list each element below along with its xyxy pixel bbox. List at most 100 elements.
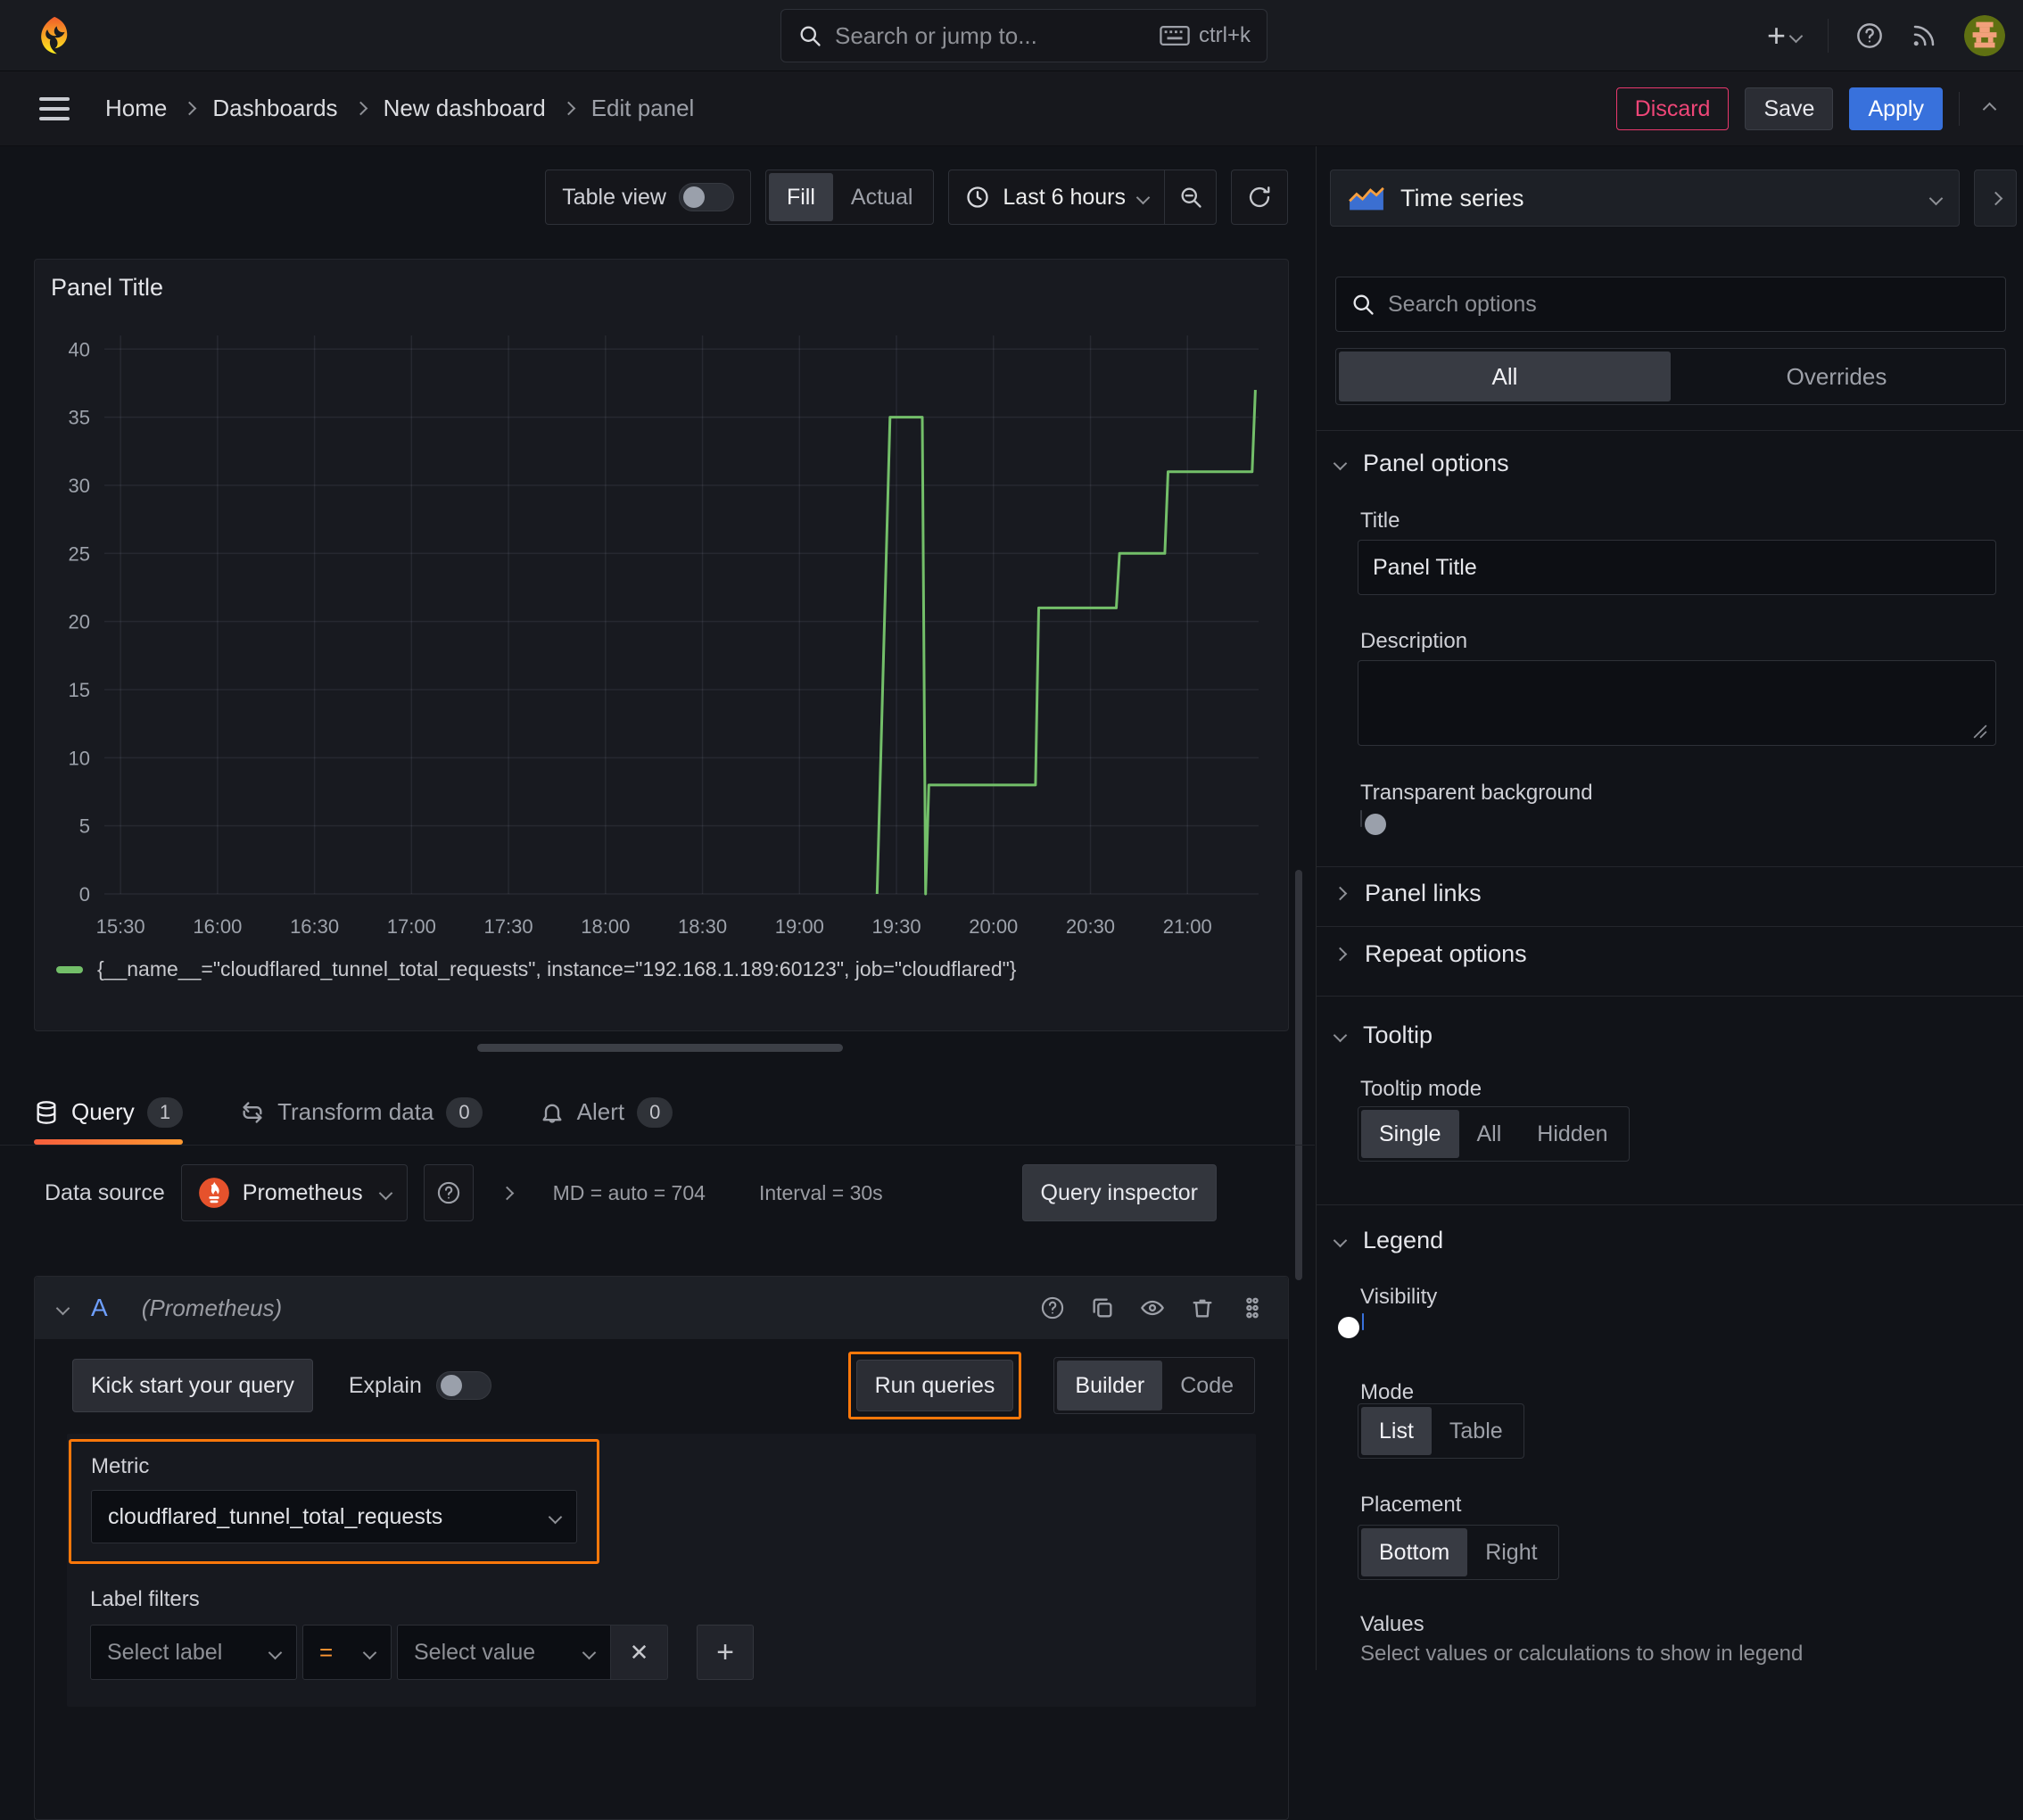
chevron-down-icon <box>1333 1028 1348 1043</box>
global-search-input[interactable]: Search or jump to... ctrl+k <box>780 9 1267 62</box>
legend-mode-switch: List Table <box>1358 1403 1524 1459</box>
query-row-header[interactable]: A (Prometheus) <box>35 1277 1288 1339</box>
metric-select[interactable]: cloudflared_tunnel_total_requests <box>91 1490 577 1543</box>
menu-toggle-icon[interactable] <box>39 91 70 127</box>
visibility-label: Visibility <box>1360 1285 1438 1309</box>
query-builder-area: Metric cloudflared_tunnel_total_requests… <box>67 1434 1256 1707</box>
vertical-scrollbar[interactable] <box>1295 870 1302 1280</box>
panel-links-label: Panel links <box>1365 880 1482 906</box>
code-option[interactable]: Code <box>1162 1361 1251 1410</box>
datasource-label: Data source <box>45 1179 165 1205</box>
explain-label: Explain <box>348 1372 422 1398</box>
toggle-visibility-icon[interactable] <box>1140 1295 1165 1320</box>
select-value-dropdown[interactable]: Select value <box>397 1625 611 1680</box>
breadcrumb-dashboards[interactable]: Dashboards <box>212 95 337 122</box>
chart-legend-item[interactable]: {__name__="cloudflared_tunnel_total_requ… <box>56 957 1016 981</box>
panel-view-toolbar: Table view Fill Actual Last 6 hours <box>545 170 1288 225</box>
visualization-picker[interactable]: Time series <box>1330 170 1960 227</box>
datasource-picker[interactable]: Prometheus <box>180 1164 408 1221</box>
svg-text:20:30: 20:30 <box>1066 915 1115 938</box>
placement-bottom-option[interactable]: Bottom <box>1361 1528 1468 1576</box>
refresh-icon <box>1249 186 1270 208</box>
tab-all[interactable]: All <box>1339 352 1671 401</box>
options-search-input[interactable]: Search options <box>1335 277 2006 332</box>
tooltip-single-option[interactable]: Single <box>1361 1110 1459 1158</box>
description-input[interactable] <box>1358 660 1996 746</box>
panel-title-input[interactable]: Panel Title <box>1358 540 1996 595</box>
legend-values-hint: Select values or calculations to show in… <box>1360 1642 1804 1666</box>
save-button[interactable]: Save <box>1745 87 1834 130</box>
help-icon[interactable] <box>1855 21 1884 50</box>
remove-filter-button[interactable]: ✕ <box>611 1625 668 1680</box>
breadcrumb-home[interactable]: Home <box>105 95 167 122</box>
legend-table-option[interactable]: Table <box>1432 1407 1521 1455</box>
user-avatar[interactable] <box>1964 15 2005 56</box>
svg-text:5: 5 <box>79 815 90 838</box>
select-value-placeholder: Select value <box>414 1639 536 1665</box>
tooltip-header[interactable]: Tooltip <box>1333 1022 1433 1049</box>
chevron-down-icon <box>1333 456 1348 471</box>
plus-icon: + <box>716 1634 734 1669</box>
delete-query-icon[interactable] <box>1190 1295 1215 1320</box>
legend-placement-label: Placement <box>1360 1493 1462 1517</box>
select-label-dropdown[interactable]: Select label <box>90 1625 297 1680</box>
grafana-logo-icon[interactable] <box>34 15 75 56</box>
duplicate-query-icon[interactable] <box>1090 1295 1115 1320</box>
help-icon[interactable] <box>1040 1295 1065 1320</box>
add-filter-button[interactable]: + <box>697 1625 754 1680</box>
zoom-out-button[interactable] <box>1164 170 1216 224</box>
panel-resize-handle[interactable] <box>477 1044 843 1052</box>
options-tabs: All Overrides <box>1335 348 2006 405</box>
fill-option[interactable]: Fill <box>768 173 833 221</box>
transform-icon <box>243 1101 262 1123</box>
legend-visibility-toggle[interactable] <box>1362 1313 1364 1330</box>
drag-handle-icon[interactable] <box>1240 1295 1265 1320</box>
datasource-help-button[interactable] <box>423 1164 474 1221</box>
tab-overrides[interactable]: Overrides <box>1671 352 2002 401</box>
description-label: Description <box>1360 629 1468 653</box>
panel-options-sidebar: Time series Search options All Overrides… <box>1316 146 2023 1670</box>
tab-alert[interactable]: Alert 0 <box>540 1080 673 1145</box>
tab-transform-data[interactable]: Transform data 0 <box>240 1080 483 1145</box>
tooltip-all-option[interactable]: All <box>1459 1110 1520 1158</box>
close-icon: ✕ <box>629 1638 649 1666</box>
svg-text:18:30: 18:30 <box>678 915 727 938</box>
fill-actual-switch: Fill Actual <box>764 170 935 225</box>
new-menu-button[interactable]: + <box>1767 20 1804 52</box>
collapse-options-button[interactable] <box>1974 170 2017 227</box>
time-series-chart[interactable]: 0 5 10 15 20 25 30 35 40 15:30 16:00 16:30 17:00 17:3… <box>47 304 1278 947</box>
news-rss-icon[interactable] <box>1911 22 1937 49</box>
panel-title[interactable]: Panel Title <box>35 260 1288 302</box>
chevron-down-icon <box>1788 29 1804 43</box>
apply-button[interactable]: Apply <box>1849 87 1943 130</box>
table-view-toggle[interactable] <box>678 183 734 211</box>
placement-right-option[interactable]: Right <box>1467 1528 1555 1576</box>
breadcrumb-new-dashboard[interactable]: New dashboard <box>384 95 546 122</box>
discard-button[interactable]: Discard <box>1615 87 1730 130</box>
transparent-background-toggle[interactable] <box>1360 810 1362 827</box>
tooltip-hidden-option[interactable]: Hidden <box>1519 1110 1625 1158</box>
builder-option[interactable]: Builder <box>1057 1361 1163 1410</box>
panel-options-header[interactable]: Panel options <box>1333 450 1509 477</box>
refresh-control <box>1231 170 1288 225</box>
svg-text:35: 35 <box>69 407 90 429</box>
legend-header[interactable]: Legend <box>1333 1227 1443 1254</box>
kick-start-query-button[interactable]: Kick start your query <box>72 1359 313 1412</box>
svg-text:25: 25 <box>69 542 90 565</box>
legend-list-option[interactable]: List <box>1361 1407 1432 1455</box>
refresh-button[interactable] <box>1232 170 1287 224</box>
max-data-points-stat: MD = auto = 704 <box>552 1180 706 1204</box>
explain-toggle[interactable] <box>435 1371 491 1400</box>
time-range-picker[interactable]: Last 6 hours <box>949 170 1164 224</box>
run-queries-button[interactable]: Run queries <box>855 1360 1014 1411</box>
repeat-options-section[interactable]: Repeat options <box>1333 940 1527 968</box>
operator-dropdown[interactable]: = <box>302 1625 392 1680</box>
tab-query[interactable]: Query 1 <box>34 1080 184 1145</box>
query-inspector-button[interactable]: Query inspector <box>1021 1164 1217 1221</box>
chevron-right-icon <box>353 101 367 116</box>
expand-options-icon[interactable] <box>500 1186 514 1200</box>
actual-option[interactable]: Actual <box>833 173 930 221</box>
panel-links-section[interactable]: Panel links <box>1333 880 1482 907</box>
collapse-header-icon[interactable] <box>1982 102 1997 116</box>
chevron-right-icon <box>1988 191 2002 205</box>
